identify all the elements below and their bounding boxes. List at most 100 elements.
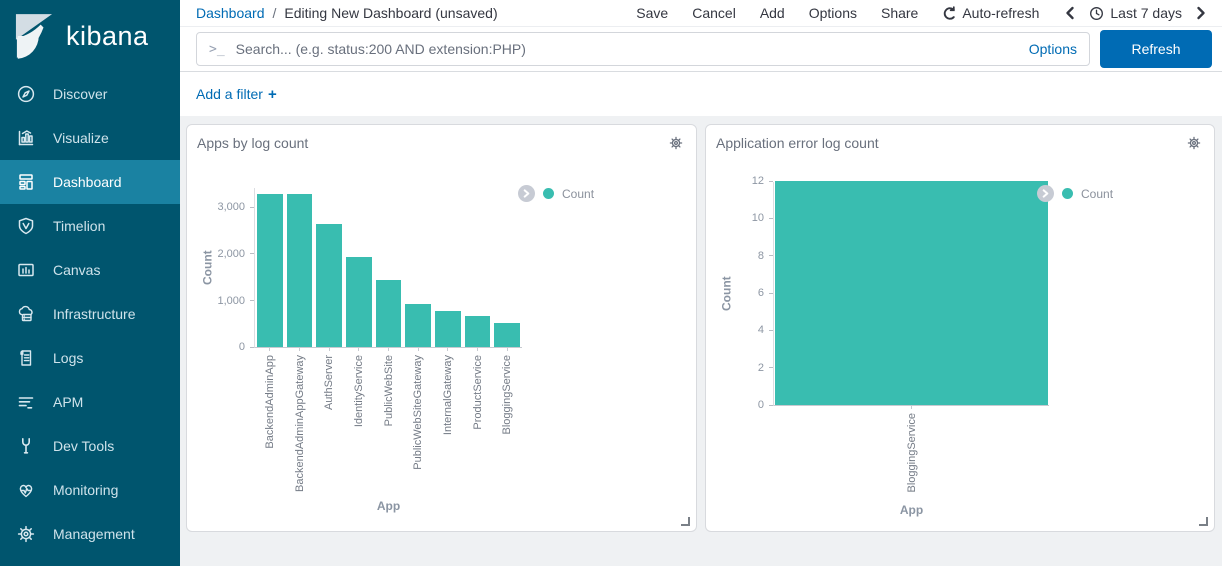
- sidebar-item-label: Monitoring: [53, 482, 118, 498]
- sidebar-item-canvas[interactable]: Canvas: [0, 248, 180, 292]
- sidebar-item-visualize[interactable]: Visualize: [0, 116, 180, 160]
- canvas-frame-icon: [16, 260, 36, 280]
- x-label-slot: PublicWebSiteGateway: [403, 347, 433, 492]
- query-prompt-icon: >_: [209, 42, 225, 57]
- plot-area: Count BackendAdminAppBackendAdminAppGate…: [254, 188, 522, 348]
- cancel-button[interactable]: Cancel: [692, 5, 736, 21]
- add-button[interactable]: Add: [760, 5, 785, 21]
- y-axis-title: Count: [200, 188, 215, 347]
- legend-label[interactable]: Count: [1081, 187, 1113, 201]
- bar-BloggingService[interactable]: [775, 181, 1048, 405]
- chevron-left-icon: [1065, 6, 1075, 20]
- legend-label[interactable]: Count: [562, 187, 594, 201]
- x-category-label: PublicWebSite: [383, 355, 395, 426]
- sidebar-item-dashboard[interactable]: Dashboard: [0, 160, 180, 204]
- filter-bar: Add a filter +: [180, 72, 1222, 116]
- breadcrumb-dashboard-link[interactable]: Dashboard: [196, 5, 265, 21]
- time-range-picker[interactable]: Last 7 days: [1089, 5, 1182, 21]
- add-filter-link[interactable]: Add a filter: [196, 86, 263, 102]
- plot-area: Count BloggingService App 024681012: [773, 182, 1049, 406]
- panel-apps-by-log-count: Apps by log count Count: [186, 124, 697, 532]
- sidebar-item-label: Management: [53, 526, 135, 542]
- heartbeat-icon: [16, 480, 36, 500]
- legend-expand-button[interactable]: [518, 185, 535, 202]
- x-tick-mark: [477, 347, 478, 351]
- time-navigation: Last 7 days: [1065, 5, 1206, 21]
- search-input[interactable]: [236, 41, 1018, 57]
- sidebar-item-label: Discover: [53, 86, 107, 102]
- y-tick-mark: [769, 218, 773, 219]
- time-back-button[interactable]: [1065, 6, 1075, 20]
- bar-InternalGateway[interactable]: [435, 311, 461, 347]
- gear-icon: [1186, 135, 1202, 151]
- legend-color-dot: [543, 188, 554, 199]
- chart-legend: Count: [1037, 185, 1113, 202]
- panel-resize-handle[interactable]: [1199, 517, 1208, 526]
- panel-header: Apps by log count: [197, 133, 686, 156]
- x-category-label: BloggingService: [501, 355, 513, 435]
- time-forward-button[interactable]: [1196, 6, 1206, 20]
- panel-title: Apps by log count: [197, 133, 308, 151]
- x-category-label: BackendAdminApp: [264, 355, 276, 449]
- chart-legend: Count: [518, 185, 594, 202]
- bar-BackendAdminApp[interactable]: [257, 194, 283, 347]
- x-axis-labels: BloggingService: [774, 405, 1049, 493]
- sidebar: kibana Discover Visualize: [0, 0, 180, 566]
- y-tick-mark: [769, 293, 773, 294]
- sidebar-item-label: Dev Tools: [53, 438, 114, 454]
- app-title: kibana: [66, 21, 149, 52]
- x-tick-mark: [299, 347, 300, 351]
- plus-icon[interactable]: +: [268, 86, 277, 103]
- y-tick-mark: [769, 405, 773, 406]
- bar-BackendAdminAppGateway[interactable]: [287, 194, 313, 347]
- sidebar-item-management[interactable]: Management: [0, 512, 180, 556]
- save-button[interactable]: Save: [636, 5, 668, 21]
- sidebar-item-timelion[interactable]: Timelion: [0, 204, 180, 248]
- bar-chart-icon: [16, 128, 36, 148]
- sidebar-item-infrastructure[interactable]: Infrastructure: [0, 292, 180, 336]
- bar-BloggingService[interactable]: [494, 323, 520, 347]
- sidebar-item-label: APM: [53, 394, 83, 410]
- y-tick-label: 1,000: [217, 295, 245, 307]
- bars: [774, 182, 1049, 405]
- x-category-label: InternalGateway: [442, 355, 454, 435]
- main-content: Dashboard / Editing New Dashboard (unsav…: [180, 0, 1222, 566]
- x-label-slot: InternalGateway: [433, 347, 463, 492]
- dashboard-actions: Save Cancel Add Options Share Auto-refre…: [636, 5, 1206, 21]
- bar-AuthServer[interactable]: [316, 224, 342, 347]
- panel-resize-handle[interactable]: [681, 517, 690, 526]
- bar-slot: [255, 194, 285, 347]
- search-box: >_ Options: [196, 32, 1090, 66]
- y-tick-mark: [769, 181, 773, 182]
- x-tick-mark: [911, 405, 912, 409]
- panel-gear-button[interactable]: [1184, 133, 1204, 156]
- bar-PublicWebSite[interactable]: [376, 280, 402, 347]
- search-options-link[interactable]: Options: [1029, 41, 1077, 57]
- cloud-server-icon: [16, 304, 36, 324]
- sidebar-item-apm[interactable]: APM: [0, 380, 180, 424]
- sidebar-item-discover[interactable]: Discover: [0, 72, 180, 116]
- sidebar-item-devtools[interactable]: Dev Tools: [0, 424, 180, 468]
- share-button[interactable]: Share: [881, 5, 918, 21]
- y-tick-label: 2: [758, 362, 764, 374]
- y-tick-mark: [250, 253, 254, 254]
- panel-gear-button[interactable]: [666, 133, 686, 156]
- auto-refresh-button[interactable]: Auto-refresh: [942, 5, 1039, 21]
- search-bar-row: >_ Options Refresh: [180, 27, 1222, 72]
- refresh-button[interactable]: Refresh: [1100, 30, 1212, 68]
- panel-title: Application error log count: [716, 133, 879, 151]
- bar-IdentityService[interactable]: [346, 257, 372, 347]
- bar-slot: [433, 311, 463, 347]
- sidebar-item-logs[interactable]: Logs: [0, 336, 180, 380]
- kibana-logo[interactable]: kibana: [0, 0, 180, 72]
- bar-PublicWebSiteGateway[interactable]: [405, 304, 431, 347]
- y-tick-mark: [250, 347, 254, 348]
- chevron-right-icon: [522, 189, 531, 198]
- y-tick-label: 12: [752, 175, 764, 187]
- x-label-slot: ProductService: [463, 347, 493, 492]
- sidebar-item-monitoring[interactable]: Monitoring: [0, 468, 180, 512]
- bar-ProductService[interactable]: [465, 316, 491, 347]
- document-lines-icon: [16, 348, 36, 368]
- options-button[interactable]: Options: [809, 5, 857, 21]
- legend-expand-button[interactable]: [1037, 185, 1054, 202]
